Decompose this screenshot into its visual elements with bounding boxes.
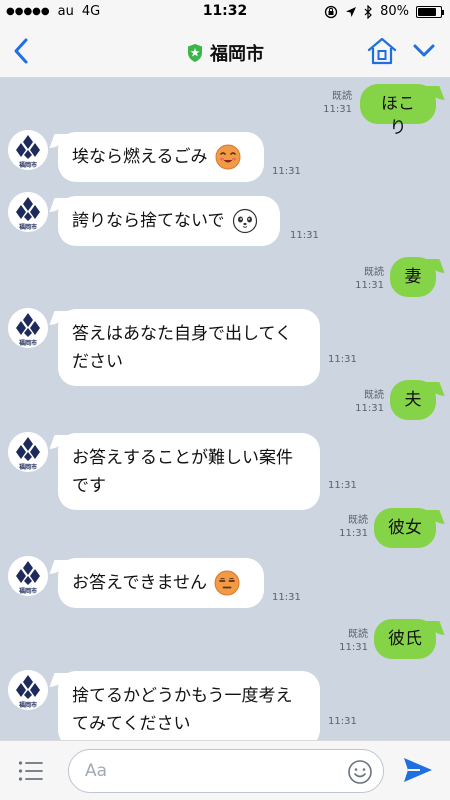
message-text: 彼氏	[388, 629, 422, 649]
panda-face-emoji-icon	[232, 208, 258, 234]
message-text: 彼女	[388, 518, 422, 538]
avatar[interactable]: 福岡市	[8, 192, 48, 232]
avatar-label: 福岡市	[18, 339, 37, 347]
message-input-placeholder: Aa	[85, 761, 108, 781]
outgoing-message-bubble[interactable]: 彼女	[374, 508, 436, 548]
outgoing-message-bubble[interactable]: ほこり	[360, 84, 436, 138]
avatar-label: 福岡市	[18, 161, 37, 169]
read-receipt: 既読	[364, 267, 384, 278]
read-receipt: 既読	[348, 629, 368, 640]
fukuoka-city-emblem-icon: 福岡市	[8, 432, 48, 472]
message-text: 夫	[404, 390, 422, 410]
incoming-message-bubble[interactable]: 捨てるかどうかもう一度考え てみてください	[58, 671, 320, 748]
location-icon	[346, 6, 357, 17]
chat-title-label: 福岡市	[210, 44, 264, 65]
fukuoka-city-emblem-icon: 福岡市	[8, 556, 48, 596]
battery-icon	[416, 5, 444, 18]
fukuoka-city-emblem-icon: 福岡市	[8, 130, 48, 170]
message-time: 11:31	[328, 354, 357, 365]
message-text-line: ださい	[72, 352, 123, 372]
read-receipt: 既読	[348, 515, 368, 526]
message-time: 11:31	[272, 166, 301, 177]
message-time: 11:31	[339, 528, 368, 539]
verified-shield-icon	[188, 44, 202, 62]
rotation-lock-icon	[324, 5, 338, 18]
message-text: 埃なら燃えるごみ	[72, 147, 208, 167]
avatar[interactable]: 福岡市	[8, 130, 48, 170]
message-meta: 既読 11:31	[339, 514, 368, 540]
message-time: 11:31	[272, 592, 301, 603]
read-receipt: 既読	[332, 91, 352, 102]
avatar-label: 福岡市	[18, 701, 37, 709]
message-meta: 既読 11:31	[339, 628, 368, 654]
message-meta: 既読 11:31	[355, 266, 384, 292]
message-text-line: 捨てるかどうかもう一度考え	[72, 686, 293, 706]
message-time: 11:31	[328, 480, 357, 491]
fukuoka-city-emblem-icon: 福岡市	[8, 308, 48, 348]
fukuoka-city-emblem-icon: 福岡市	[8, 192, 48, 232]
send-icon[interactable]	[402, 755, 434, 785]
message-meta: 既読 11:31	[323, 90, 352, 116]
expressionless-face-emoji-icon	[214, 570, 240, 596]
avatar-label: 福岡市	[18, 463, 37, 471]
message-text-line: お答えすることが難しい案件	[72, 448, 293, 468]
avatar-label: 福岡市	[18, 587, 37, 595]
message-list[interactable]: 既読 11:31 ほこり 福岡市 埃なら燃えるごみ 11:31 福岡市 誇りなら…	[0, 78, 450, 748]
incoming-message-bubble[interactable]: お答えすることが難しい案件 です	[58, 433, 320, 510]
incoming-message-bubble[interactable]: お答えできません	[58, 558, 264, 608]
message-input[interactable]: Aa	[68, 749, 384, 793]
message-text: 誇りなら捨てないで	[72, 211, 225, 231]
smile-icon[interactable]	[347, 759, 373, 785]
incoming-message-bubble[interactable]: 誇りなら捨てないで	[58, 196, 280, 246]
menu-icon[interactable]	[18, 759, 44, 783]
incoming-message-bubble[interactable]: 答えはあなた自身で出してく ださい	[58, 309, 320, 386]
message-text: お答えできません	[72, 573, 207, 593]
avatar-label: 福岡市	[18, 223, 37, 231]
message-text: 妻	[404, 267, 422, 287]
outgoing-message-bubble[interactable]: 妻	[390, 257, 436, 297]
message-text-line: です	[72, 476, 106, 496]
battery-percent: 80%	[380, 4, 409, 19]
message-text-line: 答えはあなた自身で出してく	[72, 324, 292, 344]
avatar[interactable]: 福岡市	[8, 432, 48, 472]
status-bar: ●●●●● au 4G 11:32 80%	[0, 0, 450, 24]
message-text-line: てみてください	[72, 714, 191, 734]
fukuoka-city-emblem-icon: 福岡市	[8, 670, 48, 710]
message-time: 11:31	[323, 104, 352, 115]
read-receipt: 既読	[364, 390, 384, 401]
message-time: 11:31	[355, 280, 384, 291]
smiling-face-emoji-icon	[215, 144, 241, 170]
chat-header: 福岡市	[0, 24, 450, 78]
outgoing-message-bubble[interactable]: 夫	[390, 380, 436, 420]
chevron-down-icon[interactable]	[412, 40, 436, 62]
bluetooth-icon	[364, 4, 372, 19]
message-time: 11:31	[290, 230, 319, 241]
incoming-message-bubble[interactable]: 埃なら燃えるごみ	[58, 132, 264, 182]
avatar[interactable]: 福岡市	[8, 308, 48, 348]
message-composer: Aa	[0, 740, 450, 800]
message-time: 11:31	[339, 642, 368, 653]
outgoing-message-bubble[interactable]: 彼氏	[374, 619, 436, 659]
avatar[interactable]: 福岡市	[8, 670, 48, 710]
home-icon[interactable]	[366, 36, 398, 66]
message-time: 11:31	[355, 403, 384, 414]
message-meta: 既読 11:31	[355, 389, 384, 415]
message-time: 11:31	[328, 716, 357, 727]
avatar[interactable]: 福岡市	[8, 556, 48, 596]
message-text: ほこり	[381, 94, 415, 138]
